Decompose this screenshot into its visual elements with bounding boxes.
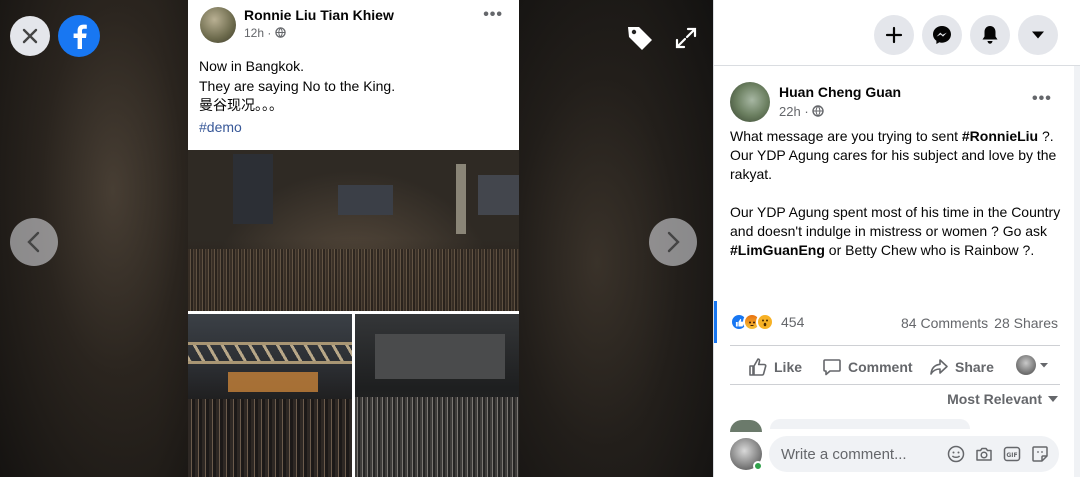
messenger-button[interactable] <box>922 15 962 55</box>
sort-label: Most Relevant <box>947 391 1042 407</box>
photo-viewer: Ronnie Liu Tian Khiew 12h · ••• Now in B… <box>0 0 713 477</box>
more-icon: ••• <box>483 6 503 23</box>
comment-composer: Write a comment... GIF <box>730 436 1059 472</box>
photo-post-meta: 12h · <box>244 26 394 40</box>
photo: Ronnie Liu Tian Khiew 12h · ••• Now in B… <box>188 0 519 477</box>
notifications-button[interactable] <box>970 15 1010 55</box>
emoji-icon[interactable] <box>947 445 965 463</box>
caret-down-icon <box>1040 363 1048 368</box>
shares-count-link[interactable]: 28 Shares <box>994 315 1058 331</box>
photo-post-hashtag: #demo <box>199 118 242 135</box>
text-span: or Betty Chew who is Rainbow ?. <box>824 242 1035 258</box>
facebook-logo[interactable] <box>58 15 100 57</box>
scrollbar[interactable] <box>1074 66 1080 477</box>
action-bar: Like Comment Share <box>730 345 1060 385</box>
plus-icon <box>885 26 903 44</box>
next-photo-button[interactable] <box>649 218 697 266</box>
photo-post-header: Ronnie Liu Tian Khiew 12h · <box>200 7 394 43</box>
comment-placeholder: Write a comment... <box>781 445 907 463</box>
online-indicator <box>753 461 763 471</box>
top-bar <box>714 0 1080 66</box>
like-label: Like <box>774 359 803 375</box>
previous-photo-button[interactable] <box>10 218 58 266</box>
photo-post-line: 曼谷现况。。。 <box>199 97 283 113</box>
photo-post-line: They are saying No to the King. <box>199 77 396 94</box>
photo-post-text: Now in Bangkok. They are saying No to th… <box>199 57 395 137</box>
gif-icon[interactable]: GIF <box>1003 445 1021 463</box>
thumbs-up-icon <box>749 358 767 376</box>
comments-panel: Huan Cheng Guan 22h · ••• What message a… <box>713 0 1080 477</box>
comment-button[interactable]: Comment <box>822 357 913 377</box>
engagement-counts: 84 Comments 28 Shares <box>895 315 1058 331</box>
comment-icon <box>823 359 841 376</box>
comment-post-header: Huan Cheng Guan 22h · <box>730 82 901 122</box>
avatar[interactable] <box>730 438 763 471</box>
avatar <box>730 420 762 432</box>
crowd-photo-monument <box>188 150 519 311</box>
comment-post-time[interactable]: 22h <box>779 104 801 119</box>
comment-post-author[interactable]: Huan Cheng Guan <box>779 84 901 100</box>
svg-text:GIF: GIF <box>1006 452 1017 459</box>
comment-bubble <box>770 419 970 429</box>
create-button[interactable] <box>874 15 914 55</box>
camera-icon[interactable] <box>975 445 993 463</box>
caret-down-icon <box>1048 396 1058 402</box>
hashtag-link[interactable]: #LimGuanEng <box>730 242 825 258</box>
comment-post-body: What message are you trying to sent #Ron… <box>730 127 1065 279</box>
reaction-as-selector[interactable] <box>1016 355 1049 375</box>
photo-post-time: 12h <box>244 26 265 40</box>
comment-post-meta: 22h · <box>779 104 901 119</box>
expand-icon <box>675 27 697 49</box>
share-label: Share <box>955 359 994 375</box>
post-paragraph: Our YDP Agung spent most of his time in … <box>730 203 1065 260</box>
caret-down-icon <box>1032 31 1044 39</box>
avatar[interactable] <box>730 82 770 122</box>
avatar <box>200 7 236 43</box>
close-button[interactable] <box>10 16 50 56</box>
crowd-photo-station <box>355 314 519 477</box>
photo-post-author: Ronnie Liu Tian Khiew <box>244 7 394 23</box>
share-icon <box>930 359 948 375</box>
composer-tools: GIF <box>937 445 1049 463</box>
comment-input[interactable]: Write a comment... GIF <box>769 436 1059 472</box>
like-button[interactable]: Like <box>748 357 802 377</box>
tag-photo-button[interactable] <box>622 20 658 56</box>
chevron-left-icon <box>27 231 40 253</box>
fullscreen-button[interactable] <box>668 20 704 56</box>
reaction-summary[interactable]: 454 <box>730 313 804 331</box>
post-paragraph: What message are you trying to sent #Ron… <box>730 127 1065 184</box>
avatar <box>1016 355 1036 375</box>
bell-icon <box>982 26 998 44</box>
chevron-right-icon <box>667 231 680 253</box>
comments-count-link[interactable]: 84 Comments <box>901 315 988 331</box>
post-options-icon[interactable]: ••• <box>1032 90 1052 108</box>
comment-label: Comment <box>848 359 913 375</box>
messenger-icon <box>933 26 951 44</box>
tag-icon <box>628 27 652 50</box>
wow-reaction-icon <box>756 313 774 331</box>
focus-indicator <box>714 301 717 343</box>
hashtag-link[interactable]: #RonnieLiu <box>962 128 1038 144</box>
account-menu-button[interactable] <box>1018 15 1058 55</box>
text-span: What message are you trying to sent <box>730 128 962 144</box>
sticker-icon[interactable] <box>1031 445 1049 463</box>
share-button[interactable]: Share <box>929 357 994 377</box>
comment-sort-dropdown[interactable]: Most Relevant <box>947 391 1058 407</box>
photo-post-line: Now in Bangkok. <box>199 58 305 74</box>
globe-icon <box>812 105 824 117</box>
facebook-f-icon <box>73 24 87 49</box>
globe-icon <box>274 27 286 38</box>
close-icon <box>22 28 38 44</box>
reaction-count[interactable]: 454 <box>781 314 804 330</box>
text-span: Our YDP Agung spent most of his time in … <box>730 204 1061 239</box>
crowd-photo-bridge <box>188 314 352 477</box>
